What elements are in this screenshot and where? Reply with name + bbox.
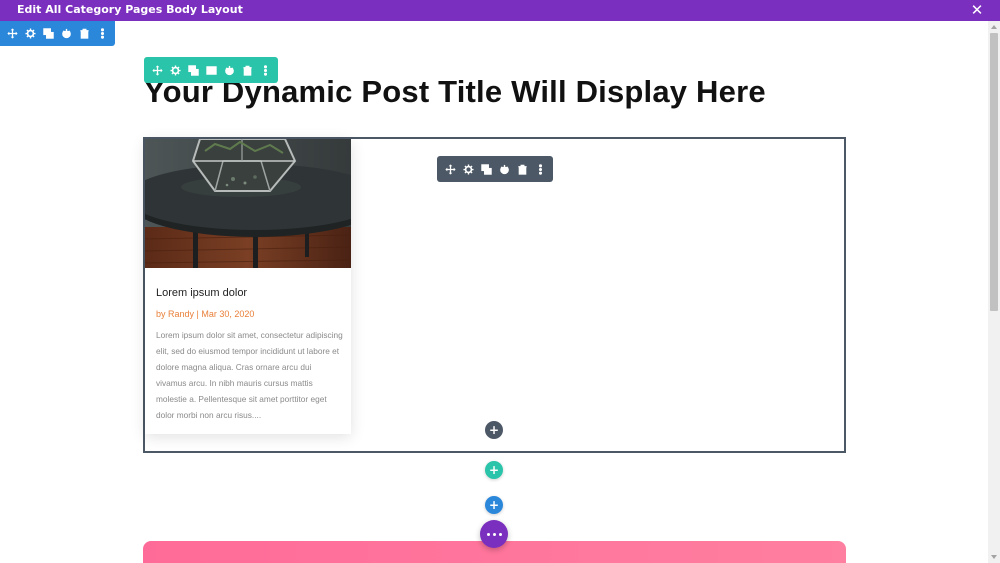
row-move-icon[interactable] [148,61,166,79]
module-toolbar [437,156,553,182]
module-move-icon[interactable] [441,160,459,178]
module-more-icon[interactable] [531,160,549,178]
builder-title: Edit All Category Pages Body Layout [17,3,243,16]
blog-post-card[interactable]: Lorem ipsum dolor by Randy | Mar 30, 202… [145,139,351,434]
section-power-icon[interactable] [57,25,75,43]
section-more-icon[interactable] [93,25,111,43]
section-toolbar [0,21,115,46]
add-row-button[interactable]: + [485,461,503,479]
post-meta[interactable]: by Randy | Mar 30, 2020 [156,309,254,319]
row-duplicate-icon[interactable] [184,61,202,79]
scroll-up-arrow-icon[interactable] [988,21,1000,33]
scrollbar[interactable] [988,21,1000,563]
builder-settings-more-icon[interactable] [480,520,508,548]
builder-title-bar: Edit All Category Pages Body Layout ✕ [0,0,1000,21]
scrollbar-thumb[interactable] [990,33,998,311]
section-settings-icon[interactable] [21,25,39,43]
post-featured-image[interactable] [145,139,351,268]
post-title[interactable]: Lorem ipsum dolor [156,287,247,299]
module-trash-icon[interactable] [513,160,531,178]
add-module-button[interactable]: + [485,421,503,439]
module-settings-icon[interactable] [459,160,477,178]
module-power-icon[interactable] [495,160,513,178]
section-move-icon[interactable] [3,25,21,43]
row-columns-icon[interactable] [202,61,220,79]
row-more-icon[interactable] [256,61,274,79]
row-toolbar [144,57,278,83]
terrarium-table-illustration [145,139,351,268]
row-power-icon[interactable] [220,61,238,79]
module-duplicate-icon[interactable] [477,160,495,178]
scroll-down-arrow-icon[interactable] [988,551,1000,563]
row-trash-icon[interactable] [238,61,256,79]
row-settings-icon[interactable] [166,61,184,79]
add-section-button[interactable]: + [485,496,503,514]
section-duplicate-icon[interactable] [39,25,57,43]
close-icon[interactable]: ✕ [970,2,984,18]
section-trash-icon[interactable] [75,25,93,43]
post-excerpt: Lorem ipsum dolor sit amet, consectetur … [156,330,343,420]
